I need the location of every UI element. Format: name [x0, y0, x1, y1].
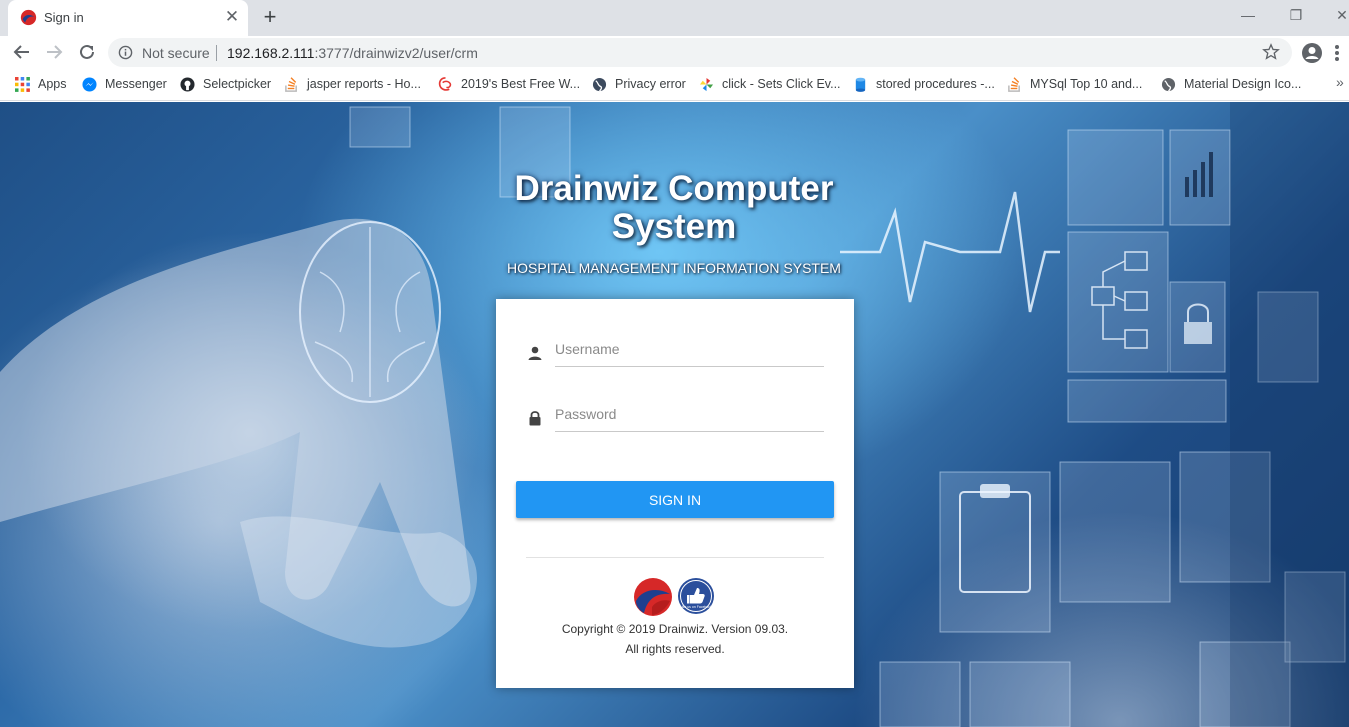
address-separator — [216, 45, 217, 61]
card-divider — [526, 557, 824, 558]
globe-icon — [592, 77, 607, 92]
browser-toolbar: Not secure 192.168.2.111:3777/drainwizv2… — [0, 36, 1349, 69]
password-input[interactable] — [555, 396, 824, 432]
site-icon — [438, 77, 452, 91]
bookmark-label: Privacy error — [615, 77, 686, 91]
drainwiz-favicon-icon — [20, 9, 37, 26]
info-icon[interactable] — [118, 45, 133, 60]
bookmark-label: stored procedures -... — [876, 77, 995, 91]
bookmarks-bar: Apps Messenger Selectpicker jasper repor… — [0, 69, 1349, 101]
pinwheel-icon — [699, 77, 714, 92]
bookmark-star-icon[interactable] — [1262, 43, 1280, 61]
username-input[interactable] — [555, 331, 824, 367]
facebook-like-icon[interactable]: Like us on Facebook — [677, 577, 715, 615]
more-bookmarks-chevron-icon[interactable]: » — [1336, 74, 1344, 90]
tab-sign-in[interactable]: Sign in ✕ — [8, 0, 248, 36]
copyright-text: Copyright © 2019 Drainwiz. Version 09.03… — [561, 622, 789, 636]
bookmark-label: MYSql Top 10 and... — [1030, 77, 1143, 91]
new-tab-button[interactable]: + — [258, 5, 282, 29]
messenger-icon — [82, 77, 97, 92]
bookmark-label: click - Sets Click Ev... — [722, 77, 841, 91]
url-host: 192.168.2.111 — [227, 45, 315, 61]
url-text[interactable]: 192.168.2.111:3777/drainwizv2/user/crm — [227, 45, 478, 61]
app-title: Drainwiz Computer System — [514, 169, 834, 246]
restore-window-icon[interactable]: ❐ — [1284, 4, 1308, 26]
bookmark-label: Material Design Ico... — [1184, 77, 1302, 91]
url-path: :3777/drainwizv2/user/crm — [314, 45, 478, 61]
github-icon — [180, 77, 195, 92]
stackoverflow-icon — [285, 77, 297, 92]
forward-arrow-icon[interactable] — [41, 39, 67, 65]
bookmark-label: Messenger — [105, 77, 167, 91]
not-secure-label[interactable]: Not secure — [142, 45, 210, 61]
stackoverflow-icon — [1008, 77, 1020, 92]
apps-grid-icon — [15, 77, 30, 92]
bookmark-label: Selectpicker — [203, 77, 272, 91]
lock-icon — [529, 411, 541, 426]
menu-dots-icon[interactable] — [1334, 44, 1340, 62]
rights-text: All rights reserved. — [625, 642, 725, 656]
close-tab-icon[interactable]: ✕ — [222, 6, 242, 28]
login-card: SIGN IN Like us on Facebook Copyright © … — [496, 299, 854, 688]
minimize-window-icon[interactable]: — — [1236, 4, 1260, 26]
facebook-badge-text: Like us on Facebook — [680, 605, 713, 609]
globe-icon — [1161, 77, 1176, 92]
person-icon — [528, 346, 542, 360]
address-bar[interactable]: Not secure 192.168.2.111:3777/drainwizv2… — [108, 38, 1292, 67]
username-field — [526, 331, 824, 371]
profile-avatar-icon[interactable] — [1301, 42, 1323, 64]
bookmark-label: Apps — [38, 77, 67, 91]
app-subtitle: HOSPITAL MANAGEMENT INFORMATION SYSTEM — [507, 260, 841, 276]
bookmark-label: 2019's Best Free W... — [461, 77, 581, 91]
login-page-background: Drainwiz Computer System HOSPITAL MANAGE… — [0, 102, 1349, 727]
drainwiz-logo-icon — [634, 578, 672, 616]
reload-icon[interactable] — [74, 39, 100, 65]
tab-title: Sign in — [44, 10, 84, 25]
database-icon — [855, 77, 866, 92]
bookmark-label: jasper reports - Ho... — [307, 77, 421, 91]
sign-in-button[interactable]: SIGN IN — [516, 481, 834, 518]
close-window-icon[interactable]: ✕ — [1330, 4, 1349, 26]
tab-strip: Sign in ✕ + — ❐ ✕ — [0, 0, 1349, 36]
back-arrow-icon[interactable] — [9, 39, 35, 65]
password-field — [526, 396, 824, 436]
